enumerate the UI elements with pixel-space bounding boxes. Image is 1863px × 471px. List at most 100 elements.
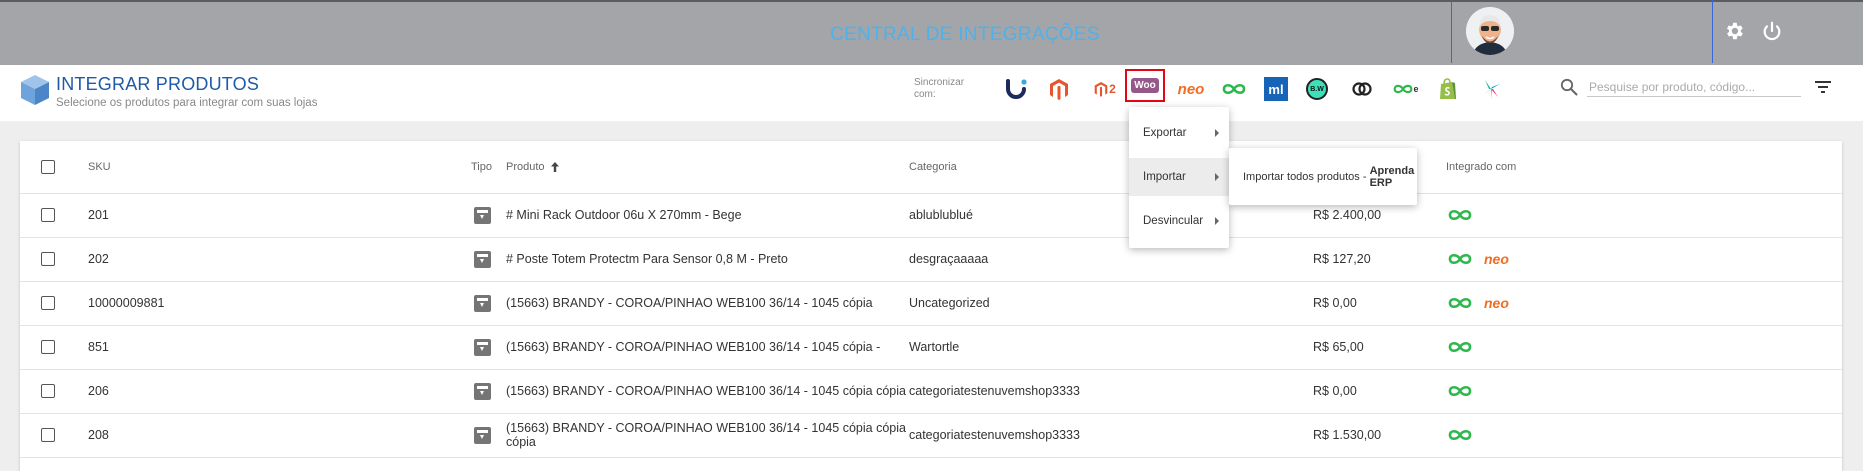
row-checkbox[interactable] xyxy=(41,428,55,442)
row-checkbox[interactable] xyxy=(41,208,55,222)
magento2-label: 2 xyxy=(1109,82,1116,96)
integration-bw[interactable]: B.W xyxy=(1304,77,1330,101)
table-row[interactable]: 851 (15663) BRANDY - COROA/PINHAO WEB100… xyxy=(20,325,1842,370)
page-title: INTEGRAR PRODUTOS xyxy=(56,74,260,94)
column-categoria[interactable]: Categoria xyxy=(909,141,957,193)
integration-infinity-e[interactable]: e xyxy=(1391,77,1421,101)
table-header: SKU Tipo Produto Categoria Integrado com xyxy=(20,141,1842,194)
table-row[interactable]: 10000009881 (15663) BRANDY - COROA/PINHA… xyxy=(20,281,1842,326)
column-integrado[interactable]: Integrado com xyxy=(1446,141,1516,193)
sku-cell: 851 xyxy=(88,340,109,354)
integration-u[interactable] xyxy=(1003,77,1029,101)
infinity-icon xyxy=(1448,253,1472,265)
infinity-icon xyxy=(1448,429,1472,441)
caret-right-icon xyxy=(1215,129,1219,137)
column-sku[interactable]: SKU xyxy=(88,141,111,193)
integration-shopify[interactable] xyxy=(1435,77,1461,101)
price-cell: R$ 0,00 xyxy=(1313,296,1357,310)
magento-icon xyxy=(1050,79,1068,100)
category-cell: ablublublué xyxy=(909,208,973,222)
infinity-e-icon xyxy=(1394,84,1413,94)
product-type-icon xyxy=(474,426,491,444)
woocommerce-icon: Woo xyxy=(1131,78,1159,93)
app-title: CENTRAL DE INTEGRAÇÕES xyxy=(830,24,1100,45)
integration-neo[interactable]: neo xyxy=(1176,77,1206,101)
category-cell: categoriatestenuvemshop3333 xyxy=(909,428,1080,442)
search-input[interactable] xyxy=(1587,78,1801,97)
menu-item-desvincular[interactable]: Desvincular xyxy=(1129,202,1229,240)
sku-cell: 10000009881 xyxy=(88,296,165,310)
logout-button[interactable] xyxy=(1761,20,1785,44)
integration-star[interactable] xyxy=(1478,77,1504,101)
magento2-icon xyxy=(1094,82,1108,97)
column-produto[interactable]: Produto xyxy=(506,141,561,193)
price-cell: R$ 0,00 xyxy=(1313,384,1357,398)
gear-icon xyxy=(1727,22,1743,40)
sku-cell: 206 xyxy=(88,384,109,398)
integration-magento2[interactable]: 2 xyxy=(1091,77,1119,101)
integration-woocommerce[interactable]: Woo xyxy=(1125,69,1165,102)
caret-right-icon xyxy=(1215,217,1219,225)
price-cell: R$ 1.530,00 xyxy=(1313,428,1382,442)
divider xyxy=(1451,0,1452,63)
column-tipo[interactable]: Tipo xyxy=(471,141,492,193)
mercadolivre-icon: ml xyxy=(1264,77,1288,101)
product-cell: (15663) BRANDY - COROA/PINHAO WEB100 36/… xyxy=(506,421,906,449)
sync-label: Sincronizar com: xyxy=(914,77,965,100)
row-checkbox[interactable] xyxy=(41,296,55,310)
menu-item-label: Importar xyxy=(1143,171,1186,183)
table-row[interactable]: 208 (15663) BRANDY - COROA/PINHAO WEB100… xyxy=(20,413,1842,458)
box-icon xyxy=(21,75,49,105)
integration-infinity[interactable] xyxy=(1221,77,1247,101)
column-produto-label: Produto xyxy=(506,161,545,173)
integration-mercadolivre[interactable]: ml xyxy=(1263,77,1289,101)
product-type-icon xyxy=(474,338,491,356)
row-checkbox[interactable] xyxy=(41,340,55,354)
product-cell: # Mini Rack Outdoor 06u X 270mm - Bege xyxy=(506,208,742,222)
submenu-label: Importar todos produtos - xyxy=(1243,170,1370,183)
submenu-label-bold: Aprenda ERP xyxy=(1369,164,1415,189)
infinity-icon xyxy=(1222,83,1246,95)
neo-icon: neo xyxy=(1177,80,1205,98)
price-cell: R$ 127,20 xyxy=(1313,252,1371,266)
category-cell: Wartortle xyxy=(909,340,960,354)
link-icon xyxy=(1352,82,1372,96)
arrow-up-icon xyxy=(550,162,559,172)
table-row[interactable]: 201 # Mini Rack Outdoor 06u X 270mm - Be… xyxy=(20,193,1842,238)
infinity-icon xyxy=(1448,209,1472,221)
star-logo-icon xyxy=(1483,80,1500,99)
neo-icon: neo xyxy=(1484,295,1509,311)
bw-icon: B.W xyxy=(1306,78,1328,100)
menu-item-label: Desvincular xyxy=(1143,215,1204,227)
integration-magento[interactable] xyxy=(1046,77,1072,101)
user-avatar-icon xyxy=(1466,7,1514,55)
product-type-icon xyxy=(474,294,491,312)
filter-icon[interactable] xyxy=(1814,79,1832,95)
select-all-checkbox[interactable] xyxy=(41,160,55,174)
woocommerce-menu: Exportar Importar Desvincular xyxy=(1129,107,1229,248)
integration-link[interactable] xyxy=(1349,77,1375,101)
table-row[interactable]: 206 (15663) BRANDY - COROA/PINHAO WEB100… xyxy=(20,369,1842,414)
search-icon xyxy=(1560,78,1578,96)
menu-item-exportar[interactable]: Exportar xyxy=(1129,114,1229,152)
category-cell: Uncategorized xyxy=(909,296,990,310)
infinity-icon xyxy=(1448,341,1472,353)
avatar[interactable] xyxy=(1466,7,1514,55)
infinity-icon xyxy=(1448,297,1472,309)
row-checkbox[interactable] xyxy=(41,252,55,266)
power-icon xyxy=(1763,21,1781,41)
sku-cell: 202 xyxy=(88,252,109,266)
infinity-icon xyxy=(1448,385,1472,397)
menu-item-importar[interactable]: Importar xyxy=(1129,158,1229,196)
product-cell: (15663) BRANDY - COROA/PINHAO WEB100 36/… xyxy=(506,384,906,398)
submenu-import-all[interactable]: Importar todos produtos - Aprenda ERP xyxy=(1229,148,1417,205)
price-cell: R$ 65,00 xyxy=(1313,340,1364,354)
product-type-icon xyxy=(474,206,491,224)
settings-button[interactable] xyxy=(1723,20,1747,44)
product-cell: # Poste Totem Protectm Para Sensor 0,8 M… xyxy=(506,252,788,266)
divider xyxy=(1712,0,1713,63)
product-type-icon xyxy=(474,382,491,400)
row-checkbox[interactable] xyxy=(41,384,55,398)
table-row[interactable]: 202 # Poste Totem Protectm Para Sensor 0… xyxy=(20,237,1842,282)
page-subtitle: Selecione os produtos para integrar com … xyxy=(56,97,318,109)
